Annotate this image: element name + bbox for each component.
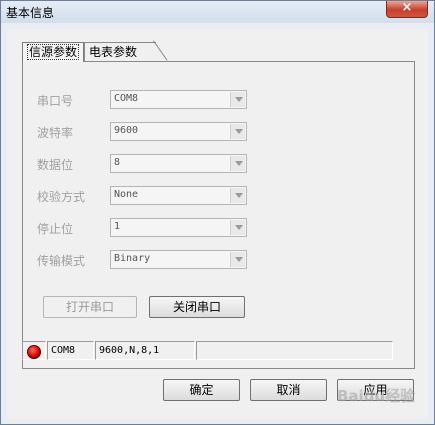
databits-value: 8 <box>114 157 121 168</box>
dialog-client-area: 信源参数 电表参数 串口号 COM8 波特率 9600 数据位 8 校验方式 N… <box>7 29 428 419</box>
connection-led-icon <box>27 345 41 359</box>
title-bar[interactable]: 基本信息 × <box>1 0 434 23</box>
status-led-cell <box>22 341 46 360</box>
stopbits-label: 停止位 <box>37 222 74 236</box>
close-port-button[interactable]: 关闭串口 <box>149 296 245 318</box>
status-port: COM8 <box>47 341 94 360</box>
field-row-baud: 波特率 9600 <box>23 122 414 142</box>
baud-select[interactable]: 9600 <box>110 122 247 141</box>
field-row-parity: 校验方式 None <box>23 186 414 206</box>
databits-select[interactable]: 8 <box>110 154 247 173</box>
field-row-mode: 传输模式 Binary <box>23 250 414 270</box>
tab-meter-params-label: 电表参数 <box>89 45 138 59</box>
databits-label: 数据位 <box>37 158 74 172</box>
status-extra <box>196 341 393 360</box>
chevron-down-icon[interactable] <box>230 252 245 267</box>
cancel-button[interactable]: 取消 <box>250 379 327 401</box>
close-button[interactable]: × <box>386 0 428 18</box>
port-label: 串口号 <box>37 94 74 108</box>
chevron-down-icon[interactable] <box>230 220 245 235</box>
parity-select[interactable]: None <box>110 186 247 205</box>
ok-button[interactable]: 确定 <box>163 379 240 401</box>
chevron-down-icon[interactable] <box>230 124 245 139</box>
mode-value: Binary <box>114 253 151 264</box>
close-icon: × <box>401 0 413 15</box>
parity-value: None <box>114 189 139 200</box>
tab-panel: 串口号 COM8 波特率 9600 数据位 8 校验方式 None 停止位 1 … <box>22 61 415 369</box>
chevron-down-icon[interactable] <box>230 188 245 203</box>
tab-source-params-label: 信源参数 <box>27 44 80 60</box>
basic-info-dialog: 基本信息 × 信源参数 电表参数 串口号 COM8 波特率 9600 数据位 8… <box>0 0 435 425</box>
tab-meter-params[interactable]: 电表参数 <box>84 42 156 62</box>
stopbits-select[interactable]: 1 <box>110 218 247 237</box>
field-row-port: 串口号 COM8 <box>23 90 414 110</box>
open-port-button[interactable]: 打开串口 <box>43 296 137 318</box>
watermark: Baidu经验 <box>337 387 416 405</box>
window-title: 基本信息 <box>6 6 55 20</box>
baud-value: 9600 <box>114 125 139 136</box>
port-value: COM8 <box>114 93 139 104</box>
stopbits-value: 1 <box>114 221 121 232</box>
status-settings: 9600,N,8,1 <box>95 341 195 360</box>
field-row-databits: 数据位 8 <box>23 154 414 174</box>
status-bar: COM8 9600,N,8,1 <box>22 340 415 361</box>
chevron-down-icon[interactable] <box>230 92 245 107</box>
baud-label: 波特率 <box>37 126 74 140</box>
parity-label: 校验方式 <box>37 190 86 204</box>
field-row-stopbits: 停止位 1 <box>23 218 414 238</box>
chevron-down-icon[interactable] <box>230 156 245 171</box>
mode-label: 传输模式 <box>37 254 86 268</box>
mode-select[interactable]: Binary <box>110 250 247 269</box>
tab-source-params[interactable]: 信源参数 <box>22 42 84 62</box>
port-select[interactable]: COM8 <box>110 90 247 109</box>
